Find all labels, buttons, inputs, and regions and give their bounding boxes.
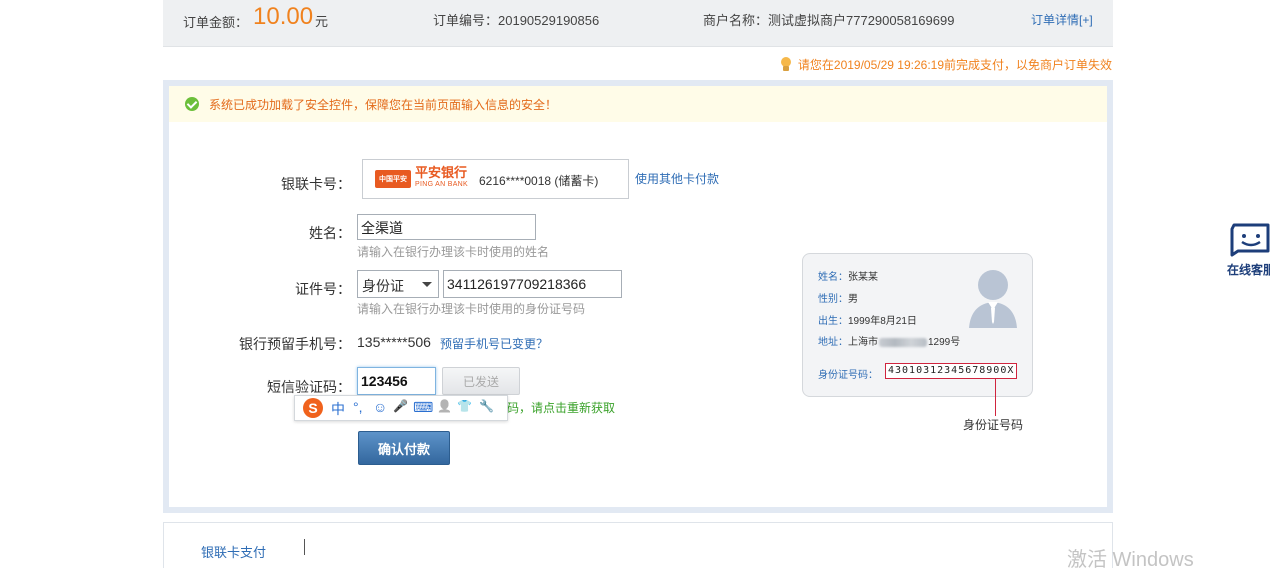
id-hint: 请输入在银行办理该卡时使用的身份证号码 bbox=[357, 302, 586, 316]
id-number-key: 身份证号码： bbox=[818, 370, 878, 381]
name-label: 姓名： bbox=[309, 225, 351, 241]
deadline-notice: 请您在2019/05/29 19:26:19前完成支付，以免商户订单失效 bbox=[780, 56, 1112, 73]
name-input[interactable]: 全渠道 bbox=[357, 214, 536, 240]
bank-card-display: 中国平安 平安银行 PING AN BANK 6216****0018 (储蓄卡… bbox=[362, 159, 629, 199]
id-address-key: 地址： bbox=[818, 337, 848, 348]
id-type-select[interactable]: 身份证 bbox=[357, 270, 439, 298]
keyboard-icon[interactable]: ⌨ bbox=[413, 399, 433, 416]
security-notice: 系统已成功加载了安全控件，保障您在当前页面输入信息的安全！ bbox=[169, 86, 1107, 122]
id-label: 证件号： bbox=[295, 281, 351, 297]
order-number: 订单编号：20190529190856 bbox=[433, 13, 600, 28]
id-card-illustration: 姓名：张某某 性别：男 出生：1999年8月21日 地址：上海市 1299号 身份… bbox=[802, 253, 1033, 397]
id-name-line: 姓名：张某某 bbox=[818, 268, 878, 283]
payment-method-tabs: 银联卡支付 bbox=[163, 522, 1113, 568]
bank-name: 平安银行 bbox=[415, 165, 468, 180]
ime-toolbar[interactable]: S 中 °, ☺ 🎤 ⌨ 👤 👕 🔧 bbox=[294, 395, 508, 421]
id-gender-val: 男 bbox=[848, 294, 858, 305]
amount-unit: 元 bbox=[315, 14, 329, 29]
tab-separator bbox=[304, 539, 305, 555]
id-name-val: 张某某 bbox=[848, 272, 878, 283]
check-circle-icon bbox=[185, 97, 199, 111]
card-number: 6216****0018 (储蓄卡) bbox=[479, 174, 599, 188]
callout-label: 身份证号码 bbox=[963, 418, 1024, 432]
sms-code-input[interactable]: 123456 bbox=[357, 367, 436, 395]
phone-changed-link[interactable]: 预留手机号已变更？ bbox=[440, 335, 548, 352]
deadline-text: 请您在2019/05/29 19:26:19前完成支付，以免商户订单失效 bbox=[797, 58, 1112, 72]
id-name-key: 姓名： bbox=[818, 272, 848, 283]
pingan-logo-icon: 中国平安 bbox=[375, 170, 411, 188]
order-detail-link[interactable]: 订单详情[+] bbox=[1031, 11, 1093, 28]
amount-label: 订单金额： bbox=[183, 15, 249, 30]
security-text: 系统已成功加载了安全控件，保障您在当前页面输入信息的安全！ bbox=[209, 97, 558, 112]
bank-name-en: PING AN BANK bbox=[415, 181, 469, 188]
online-service-widget[interactable]: 在线客服 bbox=[1224, 221, 1270, 281]
card-label: 银联卡号： bbox=[281, 176, 351, 192]
phone-value: 135*****506 bbox=[357, 334, 431, 350]
id-gender-line: 性别：男 bbox=[818, 290, 858, 305]
confirm-pay-button[interactable]: 确认付款 bbox=[358, 431, 450, 465]
id-address-line: 地址：上海市 1299号 bbox=[818, 333, 960, 348]
skin-shirt-icon[interactable]: 👕 bbox=[457, 399, 472, 413]
service-label[interactable]: 在线客服 bbox=[1227, 261, 1270, 278]
amount-value: 10.00 bbox=[253, 3, 314, 30]
chevron-down-icon bbox=[422, 282, 432, 287]
id-number-highlight: 43010312345678900X bbox=[885, 363, 1018, 379]
id-birth-val: 1999年8月21日 bbox=[848, 316, 917, 327]
send-sms-button[interactable]: 已发送 bbox=[442, 367, 520, 395]
user-icon[interactable]: 👤 bbox=[437, 399, 452, 413]
name-hint: 请输入在银行办理该卡时使用的姓名 bbox=[357, 245, 550, 259]
microphone-icon[interactable]: 🎤 bbox=[393, 399, 408, 413]
chat-smile-icon[interactable] bbox=[1226, 221, 1270, 257]
id-birth-key: 出生： bbox=[818, 316, 848, 327]
id-address-prefix: 上海市 bbox=[848, 337, 878, 348]
sms-label: 短信验证码： bbox=[267, 379, 351, 395]
punctuation-icon[interactable]: °, bbox=[353, 399, 363, 415]
id-number-line: 身份证号码： bbox=[818, 366, 878, 381]
id-number-input[interactable]: 341126197709218366 bbox=[443, 270, 622, 298]
id-address-suffix: 1299号 bbox=[928, 337, 961, 348]
chinese-mode-icon[interactable]: 中 bbox=[331, 399, 345, 419]
merchant-name: 商户名称：测试虚拟商户777290058169699 bbox=[703, 13, 955, 28]
id-birth-line: 出生：1999年8月21日 bbox=[818, 312, 917, 327]
emoji-icon[interactable]: ☺ bbox=[373, 399, 387, 415]
use-other-card-link[interactable]: 使用其他卡付款 bbox=[635, 170, 719, 187]
callout-line bbox=[995, 378, 996, 416]
lightbulb-icon bbox=[780, 57, 792, 72]
id-type-value: 身份证 bbox=[362, 278, 404, 294]
blurred-address bbox=[879, 337, 927, 347]
sogou-logo-icon[interactable]: S bbox=[303, 398, 323, 418]
resend-hint: 码，请点击重新获取 bbox=[507, 401, 616, 415]
order-summary-bar: 订单金额： 10.00 元 订单编号：20190529190856 商户名称：测… bbox=[163, 0, 1113, 47]
id-gender-key: 性别： bbox=[818, 294, 848, 305]
phone-label: 银行预留手机号： bbox=[239, 336, 351, 352]
tab-unionpay-card[interactable]: 银联卡支付 bbox=[201, 542, 266, 561]
person-silhouette-icon bbox=[969, 270, 1017, 328]
wrench-icon[interactable]: 🔧 bbox=[479, 399, 494, 413]
